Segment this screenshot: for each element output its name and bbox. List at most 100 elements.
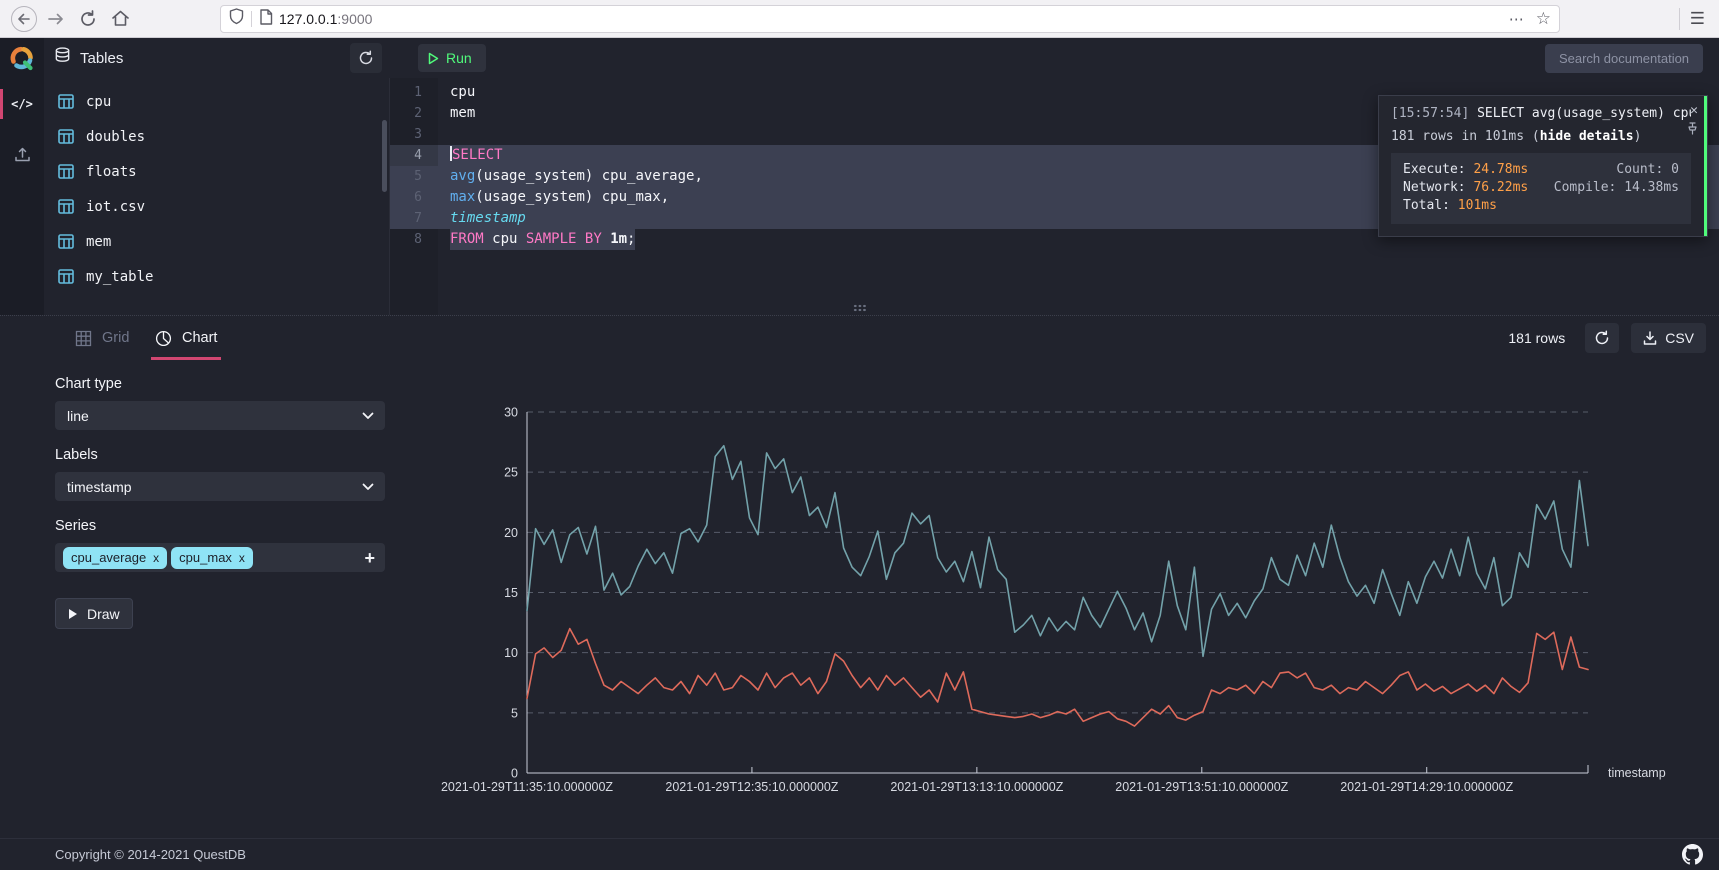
play-icon (68, 608, 78, 620)
remove-chip-icon[interactable]: x (153, 551, 159, 565)
table-icon (58, 164, 74, 179)
search-documentation-button[interactable]: Search documentation (1545, 44, 1703, 73)
table-list-item[interactable]: doubles (44, 119, 389, 154)
svg-text:2021-01-29T12:35:10.000000Z: 2021-01-29T12:35:10.000000Z (665, 780, 838, 794)
add-series-button[interactable]: + (364, 549, 375, 567)
line-number: 6 (390, 187, 438, 208)
database-icon (54, 47, 71, 69)
app-header: Tables Run Search documentation (0, 38, 1719, 78)
line-number: 5 (390, 166, 438, 187)
draw-button[interactable]: Draw (55, 598, 133, 629)
series-chip[interactable]: cpu_maxx (171, 547, 253, 569)
sql-editor-nav-icon[interactable]: </> (0, 86, 44, 122)
series-cpu_max (527, 446, 1588, 657)
refresh-results-button[interactable] (1585, 323, 1619, 353)
table-list-item[interactable]: mem (44, 224, 389, 259)
line-number: 7 (390, 208, 438, 229)
query-notification-popup: [15:57:54] SELECT avg(usage_system) cpu_… (1378, 95, 1708, 237)
pin-icon[interactable] (1687, 122, 1698, 139)
svg-text:0: 0 (511, 767, 518, 781)
results-panel: Grid Chart 181 rows CSV Chart type (0, 315, 1719, 838)
line-number: 8 (390, 229, 438, 250)
grid-icon (75, 330, 92, 347)
query-metrics: Execute: 24.78ms Network: 76.22ms Total:… (1391, 153, 1691, 224)
series-chip[interactable]: cpu_averagex (63, 547, 167, 569)
tables-panel-header: Tables (44, 38, 390, 78)
results-toolbar: Grid Chart 181 rows CSV (0, 316, 1719, 360)
svg-text:15: 15 (504, 586, 518, 600)
questdb-logo[interactable] (0, 38, 44, 78)
table-icon (58, 234, 74, 249)
chevron-down-icon (362, 412, 374, 420)
csv-download-button[interactable]: CSV (1631, 323, 1706, 353)
chevron-down-icon (362, 483, 374, 491)
svg-text:2021-01-29T13:51:10.000000Z: 2021-01-29T13:51:10.000000Z (1115, 780, 1288, 794)
tables-panel: cpu doublesfloatsiot.csvmem my_table (44, 78, 390, 315)
line-number: 3 (390, 124, 438, 145)
github-icon[interactable] (1682, 844, 1703, 865)
horizontal-splitter[interactable] (0, 301, 1719, 315)
run-button[interactable]: Run (418, 44, 486, 72)
svg-text:25: 25 (504, 466, 518, 480)
reload-icon[interactable] (72, 3, 104, 35)
pie-chart-icon (155, 330, 172, 347)
table-name: my_table (86, 269, 153, 285)
play-icon (428, 52, 439, 65)
rows-count: 181 rows (1508, 330, 1565, 346)
questdb-console: 127.0.0.1:9000 ⋯ ☆ ☰ Tables (0, 0, 1719, 870)
svg-text:10: 10 (504, 646, 518, 660)
sql-editor[interactable]: 1cpu2mem34SELECT5avg(usage_system) cpu_a… (390, 78, 1719, 315)
divider (251, 11, 252, 27)
hide-details-link[interactable]: hide details (1540, 129, 1634, 144)
url-text: 127.0.0.1:9000 (279, 11, 372, 27)
table-icon (58, 199, 74, 214)
browser-chrome: 127.0.0.1:9000 ⋯ ☆ ☰ (0, 0, 1719, 38)
table-list-item[interactable]: floats (44, 154, 389, 189)
notification-title: [15:57:54] SELECT avg(usage_system) cpu_… (1391, 106, 1691, 121)
drag-dots-icon (853, 304, 867, 312)
tables-scrollbar[interactable] (382, 120, 387, 192)
chart-config: Chart type line Labels timestamp Series … (55, 376, 385, 629)
labels-select[interactable]: timestamp (55, 472, 385, 501)
line-number: 2 (390, 103, 438, 124)
series-input[interactable]: cpu_averagexcpu_maxx + (55, 543, 385, 572)
menu-icon[interactable]: ☰ (1690, 9, 1705, 29)
page-icon[interactable] (259, 9, 273, 30)
table-name: cpu (86, 94, 111, 110)
labels-label: Labels (55, 447, 385, 463)
table-list-item[interactable]: cpu (44, 84, 389, 119)
url-bar[interactable]: 127.0.0.1:9000 ⋯ ☆ (220, 5, 1560, 33)
line-number: 4 (390, 145, 438, 166)
divider (1679, 8, 1680, 30)
forward-icon[interactable] (40, 3, 72, 35)
table-list-item[interactable]: iot.csv (44, 189, 389, 224)
svg-text:2021-01-29T14:29:10.000000Z: 2021-01-29T14:29:10.000000Z (1340, 780, 1513, 794)
table-list-item[interactable]: my_table (44, 259, 389, 294)
table-icon (58, 94, 74, 109)
footer: Copyright © 2014-2021 QuestDB (0, 838, 1719, 870)
svg-text:2021-01-29T13:13:10.000000Z: 2021-01-29T13:13:10.000000Z (890, 780, 1063, 794)
svg-text:timestamp: timestamp (1608, 766, 1666, 780)
svg-text:2021-01-29T11:35:10.000000Z: 2021-01-29T11:35:10.000000Z (441, 780, 613, 794)
page-actions-icon[interactable]: ⋯ (1509, 10, 1524, 28)
shield-icon[interactable] (229, 8, 244, 30)
chart-type-select[interactable]: line (55, 401, 385, 430)
refresh-tables-button[interactable] (350, 43, 382, 73)
remove-chip-icon[interactable]: x (239, 551, 245, 565)
left-rail: </> (0, 78, 44, 315)
svg-text:30: 30 (504, 406, 518, 420)
results-chart: 0510152025302021-01-29T11:35:10.000000Z2… (460, 396, 1710, 796)
tables-title: Tables (80, 50, 123, 67)
tab-grid[interactable]: Grid (75, 316, 129, 360)
close-icon[interactable]: ✕ (1690, 103, 1698, 118)
chart-type-label: Chart type (55, 376, 385, 392)
home-icon[interactable] (104, 3, 136, 35)
line-number: 1 (390, 82, 438, 103)
svg-text:5: 5 (511, 706, 518, 720)
back-icon[interactable] (8, 3, 40, 35)
table-icon (58, 129, 74, 144)
tab-chart[interactable]: Chart (155, 316, 217, 360)
copyright-text: Copyright © 2014-2021 QuestDB (55, 847, 246, 862)
import-icon[interactable] (0, 136, 44, 172)
bookmark-star-icon[interactable]: ☆ (1536, 9, 1551, 29)
